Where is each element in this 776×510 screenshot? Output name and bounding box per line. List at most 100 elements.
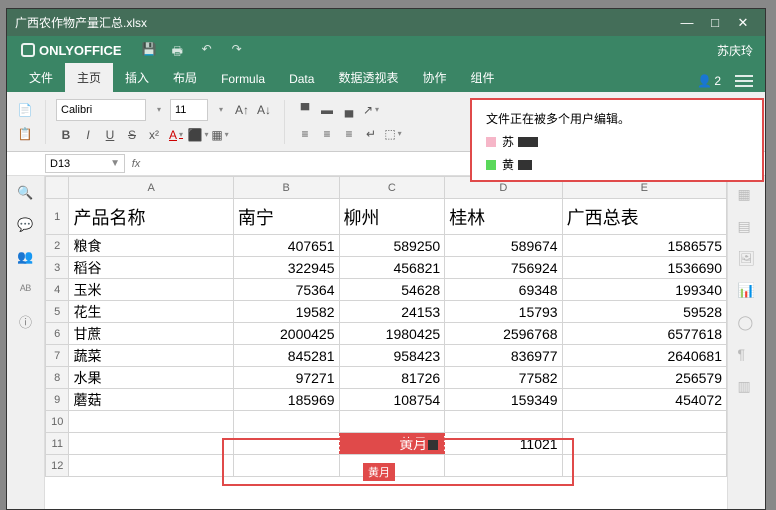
maximize-button[interactable]: □ <box>701 15 729 30</box>
cell[interactable]: 桂林 <box>445 199 562 235</box>
spreadsheet-area[interactable]: ABCDE1产品名称南宁柳州桂林广西总表2粮食40765158925058967… <box>45 176 727 509</box>
cell[interactable]: 845281 <box>233 345 339 367</box>
row-header[interactable]: 12 <box>46 455 69 477</box>
cell[interactable]: 蘑菇 <box>69 389 233 411</box>
tab-collab[interactable]: 协作 <box>410 63 458 92</box>
superscript-button[interactable]: x² <box>144 125 164 145</box>
row-header[interactable]: 6 <box>46 323 69 345</box>
cell[interactable]: 稻谷 <box>69 257 233 279</box>
font-size-dropdown[interactable] <box>210 100 230 120</box>
tab-home[interactable]: 主页 <box>65 63 113 92</box>
cell[interactable]: 1536690 <box>562 257 726 279</box>
cell[interactable]: 2000425 <box>233 323 339 345</box>
cell[interactable]: 958423 <box>339 345 445 367</box>
cell[interactable]: 75364 <box>233 279 339 301</box>
align-center-icon[interactable]: ≡ <box>317 124 337 144</box>
row-header[interactable]: 5 <box>46 301 69 323</box>
strike-button[interactable]: S <box>122 125 142 145</box>
cell[interactable]: 256579 <box>562 367 726 389</box>
cell[interactable]: 南宁 <box>233 199 339 235</box>
row-header[interactable]: 4 <box>46 279 69 301</box>
cell[interactable]: 185969 <box>233 389 339 411</box>
align-bottom-icon[interactable]: ▄ <box>339 100 359 120</box>
cell[interactable]: 59528 <box>562 301 726 323</box>
row-header[interactable]: 1 <box>46 199 69 235</box>
row-header[interactable]: 9 <box>46 389 69 411</box>
italic-button[interactable]: I <box>78 125 98 145</box>
cell[interactable] <box>445 411 562 433</box>
cell[interactable] <box>562 455 726 477</box>
save-icon[interactable]: 💾 <box>142 42 158 58</box>
undo-icon[interactable]: ↶ <box>202 42 218 58</box>
print-icon[interactable]: 🖶 <box>172 42 188 58</box>
tab-formula[interactable]: Formula <box>209 66 277 92</box>
shape-settings-icon[interactable]: ◯ <box>738 314 756 332</box>
cell[interactable]: 589674 <box>445 235 562 257</box>
cell[interactable]: 粮食 <box>69 235 233 257</box>
cell[interactable]: 69348 <box>445 279 562 301</box>
cell[interactable]: 24153 <box>339 301 445 323</box>
cell[interactable]: 81726 <box>339 367 445 389</box>
cell[interactable]: 2640681 <box>562 345 726 367</box>
cell[interactable] <box>233 433 339 455</box>
tab-file[interactable]: 文件 <box>17 63 65 92</box>
chart-settings-icon[interactable]: 📊 <box>738 282 756 300</box>
cell[interactable]: 2596768 <box>445 323 562 345</box>
text-settings-icon[interactable]: ¶ <box>738 346 756 364</box>
cell[interactable] <box>69 455 233 477</box>
wrap-icon[interactable]: ↵ <box>361 124 381 144</box>
border-button[interactable]: ▦ <box>210 125 230 145</box>
cell[interactable]: 11021 <box>445 433 562 455</box>
close-button[interactable]: ✕ <box>729 15 757 31</box>
font-name-dropdown[interactable] <box>148 100 168 120</box>
align-middle-icon[interactable]: ▬ <box>317 100 337 120</box>
cell[interactable] <box>339 411 445 433</box>
cell[interactable] <box>562 411 726 433</box>
cell[interactable]: 199340 <box>562 279 726 301</box>
cell[interactable] <box>69 411 233 433</box>
align-left-icon[interactable]: ≡ <box>295 124 315 144</box>
cell[interactable]: 322945 <box>233 257 339 279</box>
increase-font-icon[interactable]: A↑ <box>232 100 252 120</box>
cell[interactable]: 589250 <box>339 235 445 257</box>
row-header[interactable]: 11 <box>46 433 69 455</box>
cell[interactable] <box>445 455 562 477</box>
fx-icon[interactable]: fx <box>125 158 147 170</box>
cell[interactable]: 花生 <box>69 301 233 323</box>
image-settings-icon[interactable]: 🖼 <box>738 250 756 268</box>
tab-addons[interactable]: 组件 <box>458 63 506 92</box>
table-settings-icon[interactable]: ▤ <box>738 218 756 236</box>
name-box[interactable]: D13▼ <box>45 154 125 173</box>
row-header[interactable]: 10 <box>46 411 69 433</box>
bold-button[interactable]: B <box>56 125 76 145</box>
row-header[interactable]: 8 <box>46 367 69 389</box>
orientation-icon[interactable]: ↗ <box>361 100 381 120</box>
cell[interactable]: 97271 <box>233 367 339 389</box>
cell[interactable] <box>69 433 233 455</box>
row-header[interactable]: 3 <box>46 257 69 279</box>
cell[interactable]: 454072 <box>562 389 726 411</box>
chat-icon[interactable]: 👥 <box>17 248 35 266</box>
cell[interactable]: 15793 <box>445 301 562 323</box>
font-name-input[interactable] <box>56 99 146 121</box>
tab-pivot[interactable]: 数据透视表 <box>326 63 410 92</box>
cell[interactable] <box>339 455 445 477</box>
cell[interactable]: 54628 <box>339 279 445 301</box>
search-icon[interactable]: 🔍 <box>17 184 35 202</box>
cell[interactable]: 756924 <box>445 257 562 279</box>
redo-icon[interactable]: ↷ <box>232 42 248 58</box>
col-header[interactable]: C <box>339 177 445 199</box>
cell[interactable]: 1586575 <box>562 235 726 257</box>
cell[interactable]: 836977 <box>445 345 562 367</box>
cell[interactable] <box>562 433 726 455</box>
select-all[interactable] <box>46 177 69 199</box>
col-header[interactable]: B <box>233 177 339 199</box>
cell[interactable]: 19582 <box>233 301 339 323</box>
font-color-button[interactable]: A <box>166 125 186 145</box>
cell[interactable]: 108754 <box>339 389 445 411</box>
presence-indicator[interactable]: 👤2 <box>697 74 721 88</box>
cell[interactable]: 柳州 <box>339 199 445 235</box>
cell[interactable]: 玉米 <box>69 279 233 301</box>
cell[interactable]: 159349 <box>445 389 562 411</box>
paste-icon[interactable]: 📋 <box>15 124 35 144</box>
